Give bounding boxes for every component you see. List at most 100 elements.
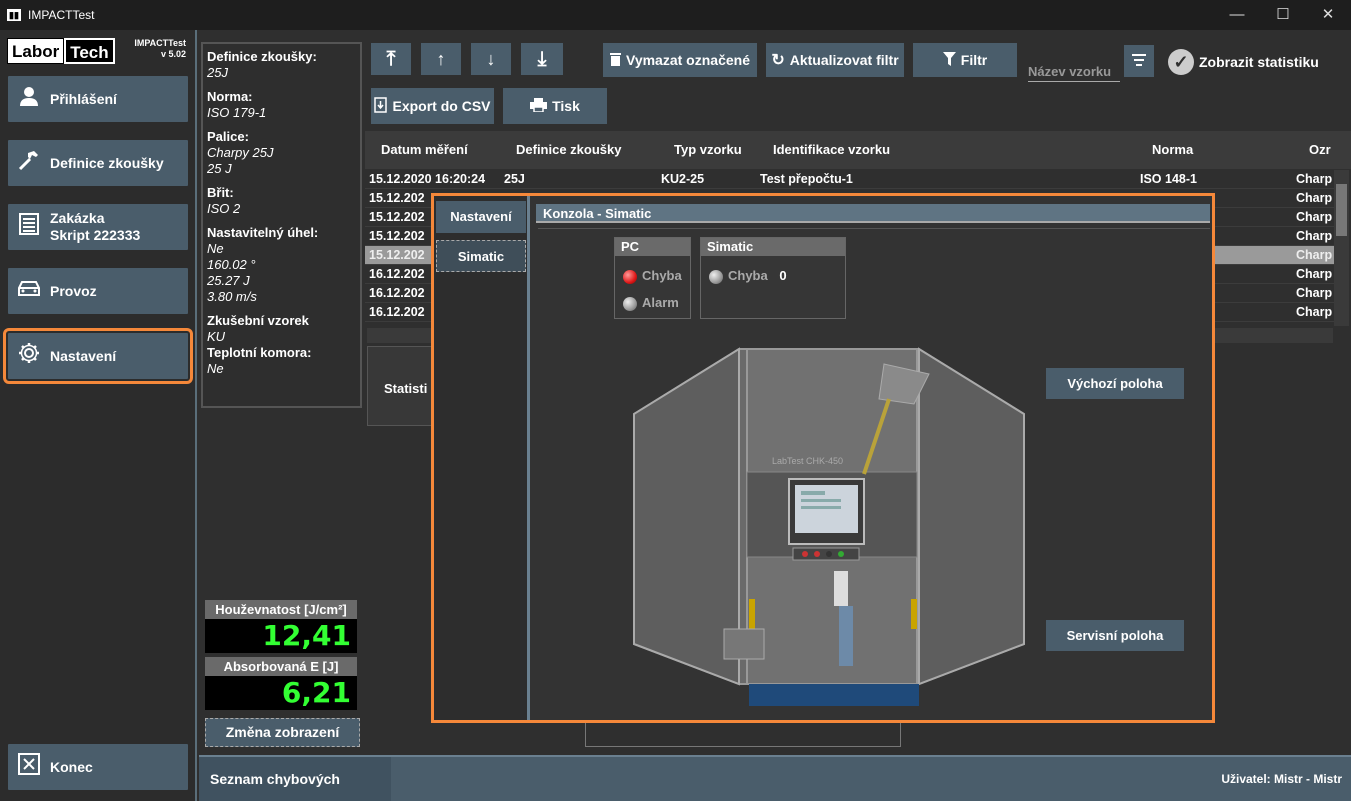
sidebar-item-label: Přihlášení xyxy=(50,91,117,107)
maximize-button[interactable]: ☐ xyxy=(1260,0,1306,30)
angle-speed: 3.80 m/s xyxy=(207,289,257,304)
console-title: Konzola - Simatic xyxy=(536,204,1210,223)
cell-date: 15.12.202 xyxy=(369,191,425,205)
table-row[interactable]: 15.12.2020 16:20:24 25J KU2-25 Test přep… xyxy=(365,170,1335,189)
cell-date: 15.12.2020 16:20:24 xyxy=(369,172,486,186)
hammer-energy: 25 J xyxy=(207,161,232,176)
export-label: Export do CSV xyxy=(392,98,491,114)
table-vertical-scrollbar[interactable] xyxy=(1334,170,1349,326)
error-list-button[interactable]: Seznam chybových hlášení xyxy=(199,757,391,801)
minimize-button[interactable]: — xyxy=(1214,0,1260,30)
app-version: IMPACTTest v 5.02 xyxy=(120,38,186,60)
car-icon xyxy=(16,279,42,303)
cell-marking: Charp xyxy=(1296,305,1333,319)
close-window-button[interactable]: ✕ xyxy=(1305,0,1351,30)
last-record-button[interactable]: ⤓ xyxy=(521,43,563,75)
cell-date: 16.12.202 xyxy=(369,305,425,319)
norm-value: ISO 179-1 xyxy=(207,105,267,120)
energy-label: Absorbovaná E [J] xyxy=(205,657,357,676)
column-header-sample-id[interactable]: Identifikace vzorku xyxy=(773,142,890,157)
cell-norm: ISO 148-1 xyxy=(1140,172,1197,186)
version-number: v 5.02 xyxy=(160,49,186,59)
angle-energy: 25.27 J xyxy=(207,273,250,288)
trash-icon xyxy=(610,52,621,69)
service-position-button[interactable]: Servisní poloha xyxy=(1046,620,1184,651)
cell-date: 15.12.202 xyxy=(369,210,425,224)
simatic-status-box: Simatic Chyba 0 xyxy=(700,237,846,319)
sort-button[interactable] xyxy=(1124,45,1154,77)
sidebar-item-label: Zakázka xyxy=(50,210,105,226)
statistics-label: Statisti xyxy=(384,381,428,396)
window-title: IMPACTTest xyxy=(28,8,95,22)
sidebar-item-order[interactable]: Zakázka Skript 222333 xyxy=(8,204,188,250)
column-header-norm[interactable]: Norma xyxy=(1152,142,1193,157)
column-header-date[interactable]: Datum měření xyxy=(381,142,468,157)
title-bar: ▮▮ IMPACTTest — ☐ ✕ xyxy=(0,0,1351,30)
tab-settings[interactable]: Nastavení xyxy=(436,201,526,233)
cell-marking: Charp xyxy=(1296,172,1333,186)
toughness-meter: Houževnatost [J/cm²] 12,41 xyxy=(205,600,357,653)
sidebar-item-login[interactable]: Přihlášení xyxy=(8,76,188,122)
hammer-label: Palice: xyxy=(207,129,249,144)
filter-button[interactable]: Filtr xyxy=(913,43,1017,77)
striker-label: Břit: xyxy=(207,185,234,200)
cell-date: 15.12.202 xyxy=(369,248,425,262)
user-icon xyxy=(16,86,42,112)
red-led-icon xyxy=(623,269,637,284)
document-icon xyxy=(16,213,42,241)
sidebar-item-sublabel: Skript 222333 xyxy=(50,227,141,243)
app-name: IMPACTTest xyxy=(134,38,186,48)
sidebar: Labor Tech IMPACTTest v 5.02 Přihlášení … xyxy=(0,30,197,801)
grey-led-icon xyxy=(623,296,637,311)
angle-degrees: 160.02 ° xyxy=(207,257,256,272)
show-statistics-label: Zobrazit statistiku xyxy=(1199,54,1319,70)
pc-alarm-label: Alarm xyxy=(642,295,679,310)
refresh-icon: ↻ xyxy=(771,52,785,69)
previous-record-button[interactable]: ↑ xyxy=(421,43,461,75)
sample-name-field[interactable] xyxy=(1028,52,1120,82)
sidebar-item-operation[interactable]: Provoz xyxy=(8,268,188,314)
refresh-filter-button[interactable]: ↻ Aktualizovat filtr xyxy=(766,43,904,77)
cell-marking: Charp xyxy=(1296,248,1333,262)
show-statistics-toggle[interactable]: ✓ Zobrazit statistiku xyxy=(1168,48,1319,76)
tab-simatic[interactable]: Simatic xyxy=(436,240,526,272)
impact-tester-machine-image: LabTest CHK-450 xyxy=(629,344,1029,710)
sidebar-item-label: Nastavení xyxy=(50,348,117,364)
column-header-definition[interactable]: Definice zkoušky xyxy=(516,142,622,157)
settings-overlay: Nastavení Simatic Konzola - Simatic PC C… xyxy=(431,193,1215,723)
column-header-sample-type[interactable]: Typ vzorku xyxy=(674,142,742,157)
exit-button[interactable]: Konec xyxy=(8,744,188,790)
simatic-error-label: Chyba xyxy=(728,268,768,283)
sidebar-item-test-definition[interactable]: Definice zkoušky xyxy=(8,140,188,186)
home-position-button[interactable]: Výchozí poloha xyxy=(1046,368,1184,399)
sidebar-item-settings[interactable]: Nastavení xyxy=(3,328,193,384)
logo-right-text: Tech xyxy=(64,37,115,64)
change-view-button[interactable]: Změna zobrazení xyxy=(205,718,360,747)
first-record-button[interactable]: ⤒ xyxy=(371,43,411,75)
filter-label: Filtr xyxy=(960,52,988,68)
definition-value: 25J xyxy=(207,65,228,80)
pc-status-box: PC Chyba Alarm xyxy=(614,237,691,319)
hidden-panel-edge xyxy=(585,723,901,747)
export-csv-button[interactable]: Export do CSV xyxy=(371,88,494,124)
checkmark-icon: ✓ xyxy=(1168,49,1194,75)
cell-date: 15.12.202 xyxy=(369,229,425,243)
column-header-marking[interactable]: Ozr xyxy=(1309,142,1331,157)
scrollbar-thumb[interactable] xyxy=(1336,184,1347,236)
chamber-value: Ne xyxy=(207,361,224,376)
current-user: Uživatel: Mistr - Mistr xyxy=(1221,772,1342,786)
delete-selected-button[interactable]: Vymazat označené xyxy=(603,43,757,77)
logo-left-text: Labor xyxy=(7,37,65,64)
energy-value: 6,21 xyxy=(205,676,357,710)
cell-marking: Charp xyxy=(1296,191,1333,205)
sample-name-input[interactable] xyxy=(1028,52,1120,81)
next-record-button[interactable]: ↓ xyxy=(471,43,511,75)
pc-error-indicator: Chyba xyxy=(623,268,682,284)
cell-date: 16.12.202 xyxy=(369,286,425,300)
cell-date: 16.12.202 xyxy=(369,267,425,281)
cell-marking: Charp xyxy=(1296,210,1333,224)
sidebar-item-label: Provoz xyxy=(50,283,97,299)
angle-value: Ne xyxy=(207,241,224,256)
refresh-label: Aktualizovat filtr xyxy=(789,52,899,68)
print-button[interactable]: Tisk xyxy=(503,88,607,124)
